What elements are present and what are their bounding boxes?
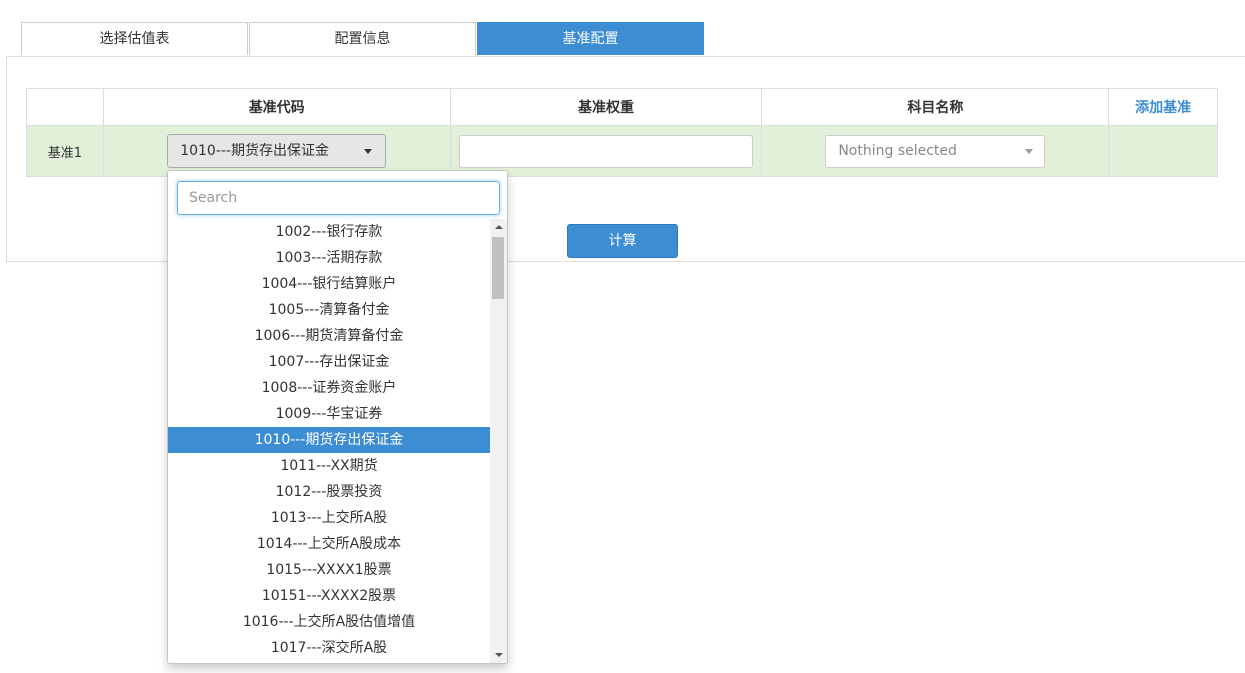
dropdown-search-input[interactable]	[177, 181, 500, 215]
list-item[interactable]: 1014---上交所A股成本	[168, 531, 490, 557]
list-item[interactable]: 1015---XXXX1股票	[168, 557, 490, 583]
weight-cell	[449, 125, 763, 177]
benchmark-weight-input[interactable]	[459, 134, 753, 168]
header-empty	[26, 88, 104, 126]
code-dropdown-menu: 1002---银行存款 1003---活期存款 1004---银行结算账户 10…	[167, 170, 508, 664]
scroll-down-arrow-icon[interactable]	[490, 646, 507, 663]
list-item[interactable]: 1012---股票投资	[168, 479, 490, 505]
scroll-up-arrow-icon[interactable]	[490, 219, 507, 236]
dropdown-option-list: 1002---银行存款 1003---活期存款 1004---银行结算账户 10…	[168, 219, 490, 663]
list-item[interactable]: 1005---清算备付金	[168, 297, 490, 323]
subject-name-select[interactable]: Nothing selected	[825, 134, 1046, 168]
list-item[interactable]: 1017---深交所A股	[168, 635, 490, 661]
list-item[interactable]: 1004---银行结算账户	[168, 271, 490, 297]
list-item[interactable]: 10151---XXXX2股票	[168, 583, 490, 609]
add-benchmark-link[interactable]: 添加基准	[1135, 100, 1191, 116]
calculate-button[interactable]: 计算	[567, 224, 678, 258]
list-item[interactable]: 1016---上交所A股估值增值	[168, 609, 490, 635]
header-subject-name: 科目名称	[761, 88, 1110, 126]
tab-config-info[interactable]: 配置信息	[249, 22, 476, 55]
list-item[interactable]: 1008---证券资金账户	[168, 375, 490, 401]
row-empty-cell	[1108, 125, 1218, 177]
header-benchmark-weight: 基准权重	[449, 88, 763, 126]
subject-placeholder: Nothing selected	[838, 142, 957, 159]
header-add-cell: 添加基准	[1108, 88, 1218, 126]
tab-benchmark-config[interactable]: 基准配置	[477, 22, 704, 55]
list-item[interactable]: 1009---华宝证券	[168, 401, 490, 427]
benchmark-code-select[interactable]: 1010---期货存出保证金	[167, 134, 387, 168]
table-row: 基准1 1010---期货存出保证金 Nothing selected	[26, 125, 1218, 177]
subject-cell: Nothing selected	[761, 125, 1110, 177]
table-header-row: 基准代码 基准权重 科目名称 添加基准	[26, 88, 1218, 126]
list-item[interactable]: 1002---银行存款	[168, 219, 490, 245]
header-benchmark-code: 基准代码	[102, 88, 451, 126]
code-cell: 1010---期货存出保证金	[102, 125, 451, 177]
list-item-selected[interactable]: 1010---期货存出保证金	[168, 427, 490, 453]
scrollbar-thumb[interactable]	[492, 237, 504, 299]
benchmark-code-value: 1010---期货存出保证金	[180, 143, 329, 159]
benchmark-table: 基准代码 基准权重 科目名称 添加基准 基准1 1010---期货存出保证金 N…	[26, 88, 1218, 177]
dropdown-scrollbar[interactable]	[490, 219, 507, 663]
list-item[interactable]: 1006---期货清算备付金	[168, 323, 490, 349]
caret-down-icon	[1025, 148, 1034, 154]
tab-select-valuation[interactable]: 选择估值表	[21, 22, 248, 55]
tab-bar: 选择估值表 配置信息 基准配置	[21, 22, 705, 56]
list-item[interactable]: 1003---活期存款	[168, 245, 490, 271]
caret-down-icon	[364, 149, 373, 154]
row-label: 基准1	[26, 125, 104, 177]
list-item[interactable]: 1007---存出保证金	[168, 349, 490, 375]
list-item[interactable]: 1013---上交所A股	[168, 505, 490, 531]
list-item[interactable]: 1011---XX期货	[168, 453, 490, 479]
